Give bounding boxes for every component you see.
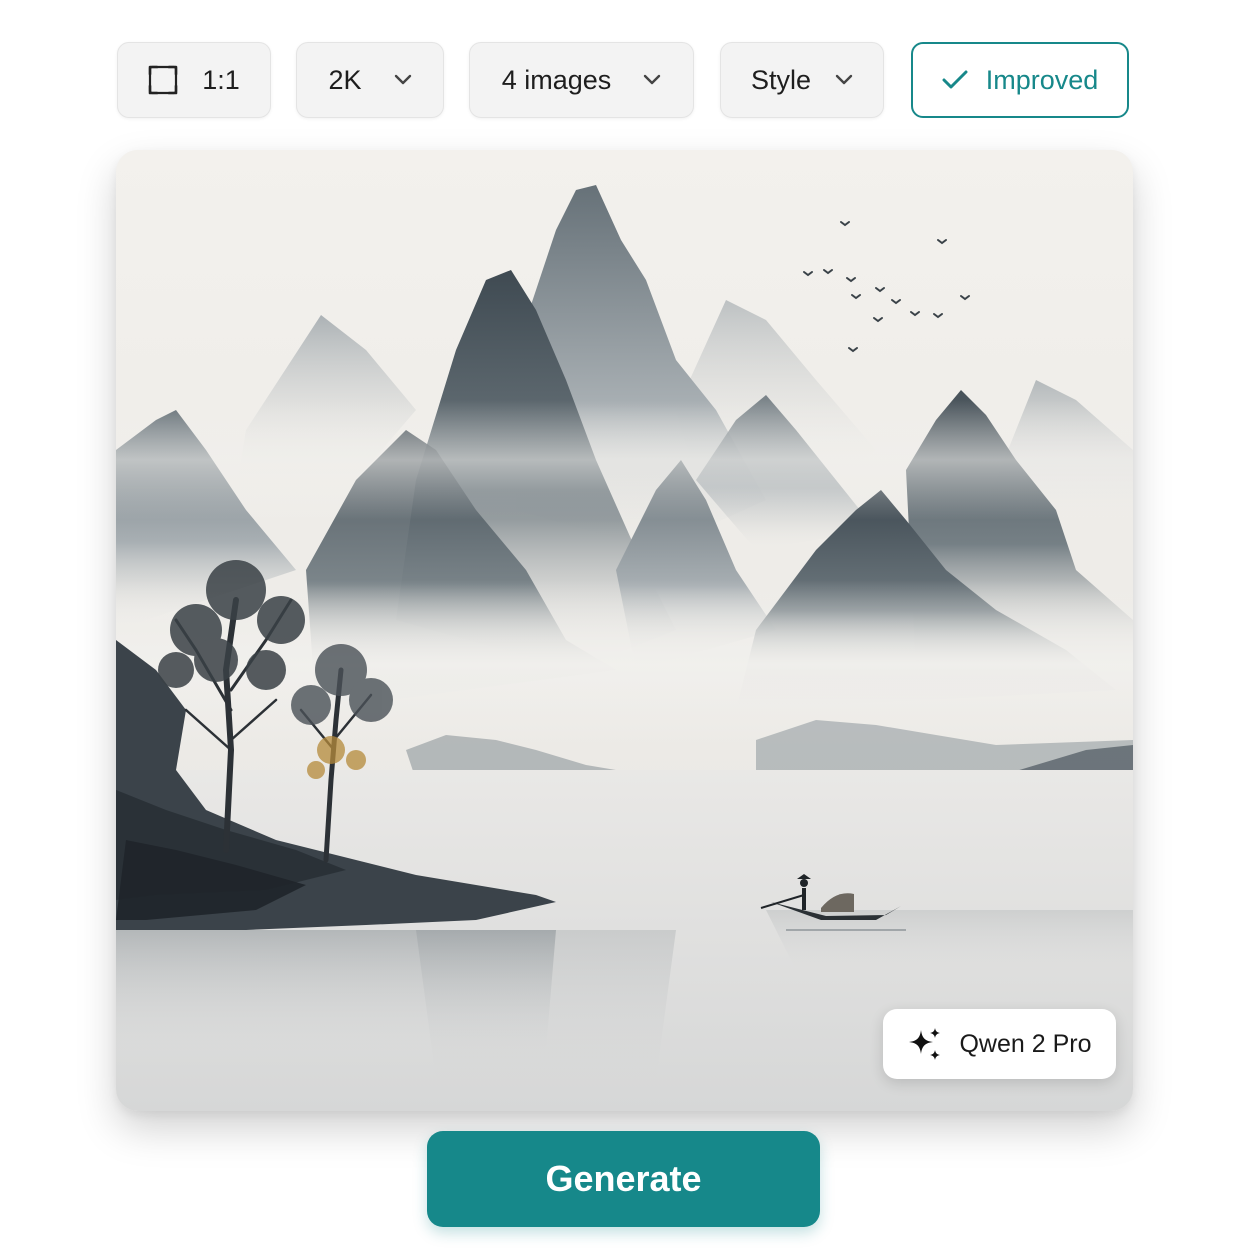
ink-landscape-image xyxy=(116,150,1133,1111)
image-count-dropdown[interactable]: 4 images xyxy=(469,42,694,118)
generated-image-preview[interactable] xyxy=(116,150,1133,1111)
generation-options-toolbar: 1:1 2K 4 images Style Improved xyxy=(0,42,1254,120)
style-label: Style xyxy=(750,64,812,95)
style-dropdown[interactable]: Style xyxy=(720,42,884,118)
sparkle-icon xyxy=(907,1026,943,1062)
resolution-label: 2K xyxy=(328,64,362,95)
chevron-down-icon xyxy=(394,74,412,86)
improved-toggle[interactable]: Improved xyxy=(911,42,1129,118)
model-badge[interactable]: Qwen 2 Pro xyxy=(883,1009,1116,1079)
checkmark-icon xyxy=(942,70,968,90)
model-name-label: Qwen 2 Pro xyxy=(959,1029,1092,1058)
chevron-down-icon xyxy=(835,74,853,86)
aspect-ratio-button[interactable]: 1:1 xyxy=(117,42,271,118)
improved-label: Improved xyxy=(985,64,1099,95)
chevron-down-icon xyxy=(643,74,661,86)
aspect-ratio-icon xyxy=(148,65,178,95)
image-count-label: 4 images xyxy=(501,64,612,95)
generate-button[interactable]: Generate xyxy=(427,1131,820,1227)
resolution-dropdown[interactable]: 2K xyxy=(296,42,444,118)
aspect-ratio-label: 1:1 xyxy=(202,64,240,95)
